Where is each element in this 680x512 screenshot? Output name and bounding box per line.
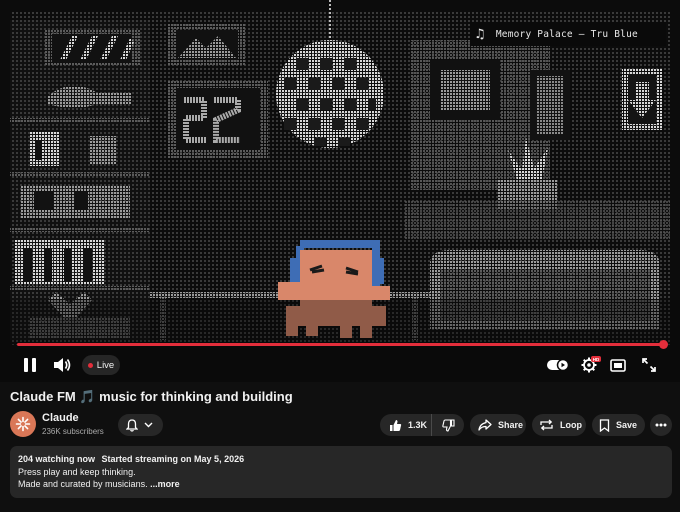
- channel-name[interactable]: Claude: [42, 412, 79, 424]
- chevron-down-icon: [144, 422, 153, 428]
- share-icon: [478, 419, 492, 431]
- description-stats: 204 watching now Started streaming on Ma…: [18, 453, 664, 466]
- notification-bell-button[interactable]: [118, 414, 163, 436]
- ascii-art-scene: [0, 0, 680, 382]
- like-button[interactable]: 1.3K: [380, 414, 432, 436]
- claude-logo-icon: [15, 416, 31, 432]
- progress-scrubber-handle[interactable]: [659, 340, 668, 349]
- fullscreen-button[interactable]: [638, 354, 660, 376]
- save-label: Save: [616, 420, 638, 430]
- more-actions-button[interactable]: [650, 414, 672, 436]
- channel-avatar[interactable]: [10, 411, 36, 437]
- show-more-link[interactable]: ...more: [150, 479, 180, 489]
- like-dislike-group: 1.3K: [380, 414, 464, 436]
- loop-label: Loop: [560, 420, 582, 430]
- loop-icon: [540, 419, 553, 431]
- description-line-1: Press play and keep thinking.: [18, 466, 136, 477]
- bell-icon: [126, 418, 138, 432]
- pause-icon: [24, 358, 36, 372]
- like-count: 1.3K: [408, 420, 428, 430]
- volume-button[interactable]: [50, 354, 74, 376]
- loop-button[interactable]: Loop: [532, 414, 586, 436]
- share-button[interactable]: Share: [470, 414, 526, 436]
- stream-start-date: Started streaming on May 5, 2026: [101, 454, 245, 464]
- video-title: Claude FM 🎵 music for thinking and build…: [10, 389, 293, 404]
- share-label: Share: [498, 420, 524, 430]
- now-playing-banner: ♫ Memory Palace — Tru Blue: [470, 22, 666, 46]
- theater-mode-button[interactable]: [607, 354, 629, 376]
- now-playing-text: Memory Palace — Tru Blue: [495, 28, 638, 40]
- thumbs-down-icon: [441, 418, 455, 432]
- bookmark-icon: [599, 418, 610, 432]
- dislike-button[interactable]: [432, 414, 464, 436]
- live-label: Live: [96, 359, 115, 371]
- save-button[interactable]: Save: [592, 414, 645, 436]
- live-indicator[interactable]: Live: [82, 355, 120, 375]
- volume-icon: [54, 358, 71, 372]
- description-box[interactable]: 204 watching now Started streaming on Ma…: [10, 446, 672, 498]
- autoplay-toggle-icon: [547, 358, 570, 372]
- description-line-2: Made and curated by musicians.: [18, 479, 148, 489]
- pause-button[interactable]: [18, 354, 42, 376]
- theater-mode-icon: [610, 358, 626, 372]
- fullscreen-icon: [642, 358, 656, 372]
- autoplay-toggle[interactable]: [545, 354, 571, 376]
- subscriber-count: 236K subscribers: [42, 427, 104, 436]
- description-line-2-wrap: Made and curated by musicians. ...more: [18, 478, 664, 491]
- hd-badge: HD: [591, 356, 601, 362]
- live-dot-icon: [87, 362, 93, 368]
- more-icon: [655, 423, 667, 427]
- progress-bar[interactable]: [17, 343, 663, 346]
- watching-count: 204 watching now: [18, 454, 96, 464]
- video-player[interactable]: ♫ Memory Palace — Tru Blue Live HD: [0, 0, 680, 382]
- music-note-icon: ♫: [474, 26, 486, 42]
- thumbs-up-icon: [390, 419, 402, 431]
